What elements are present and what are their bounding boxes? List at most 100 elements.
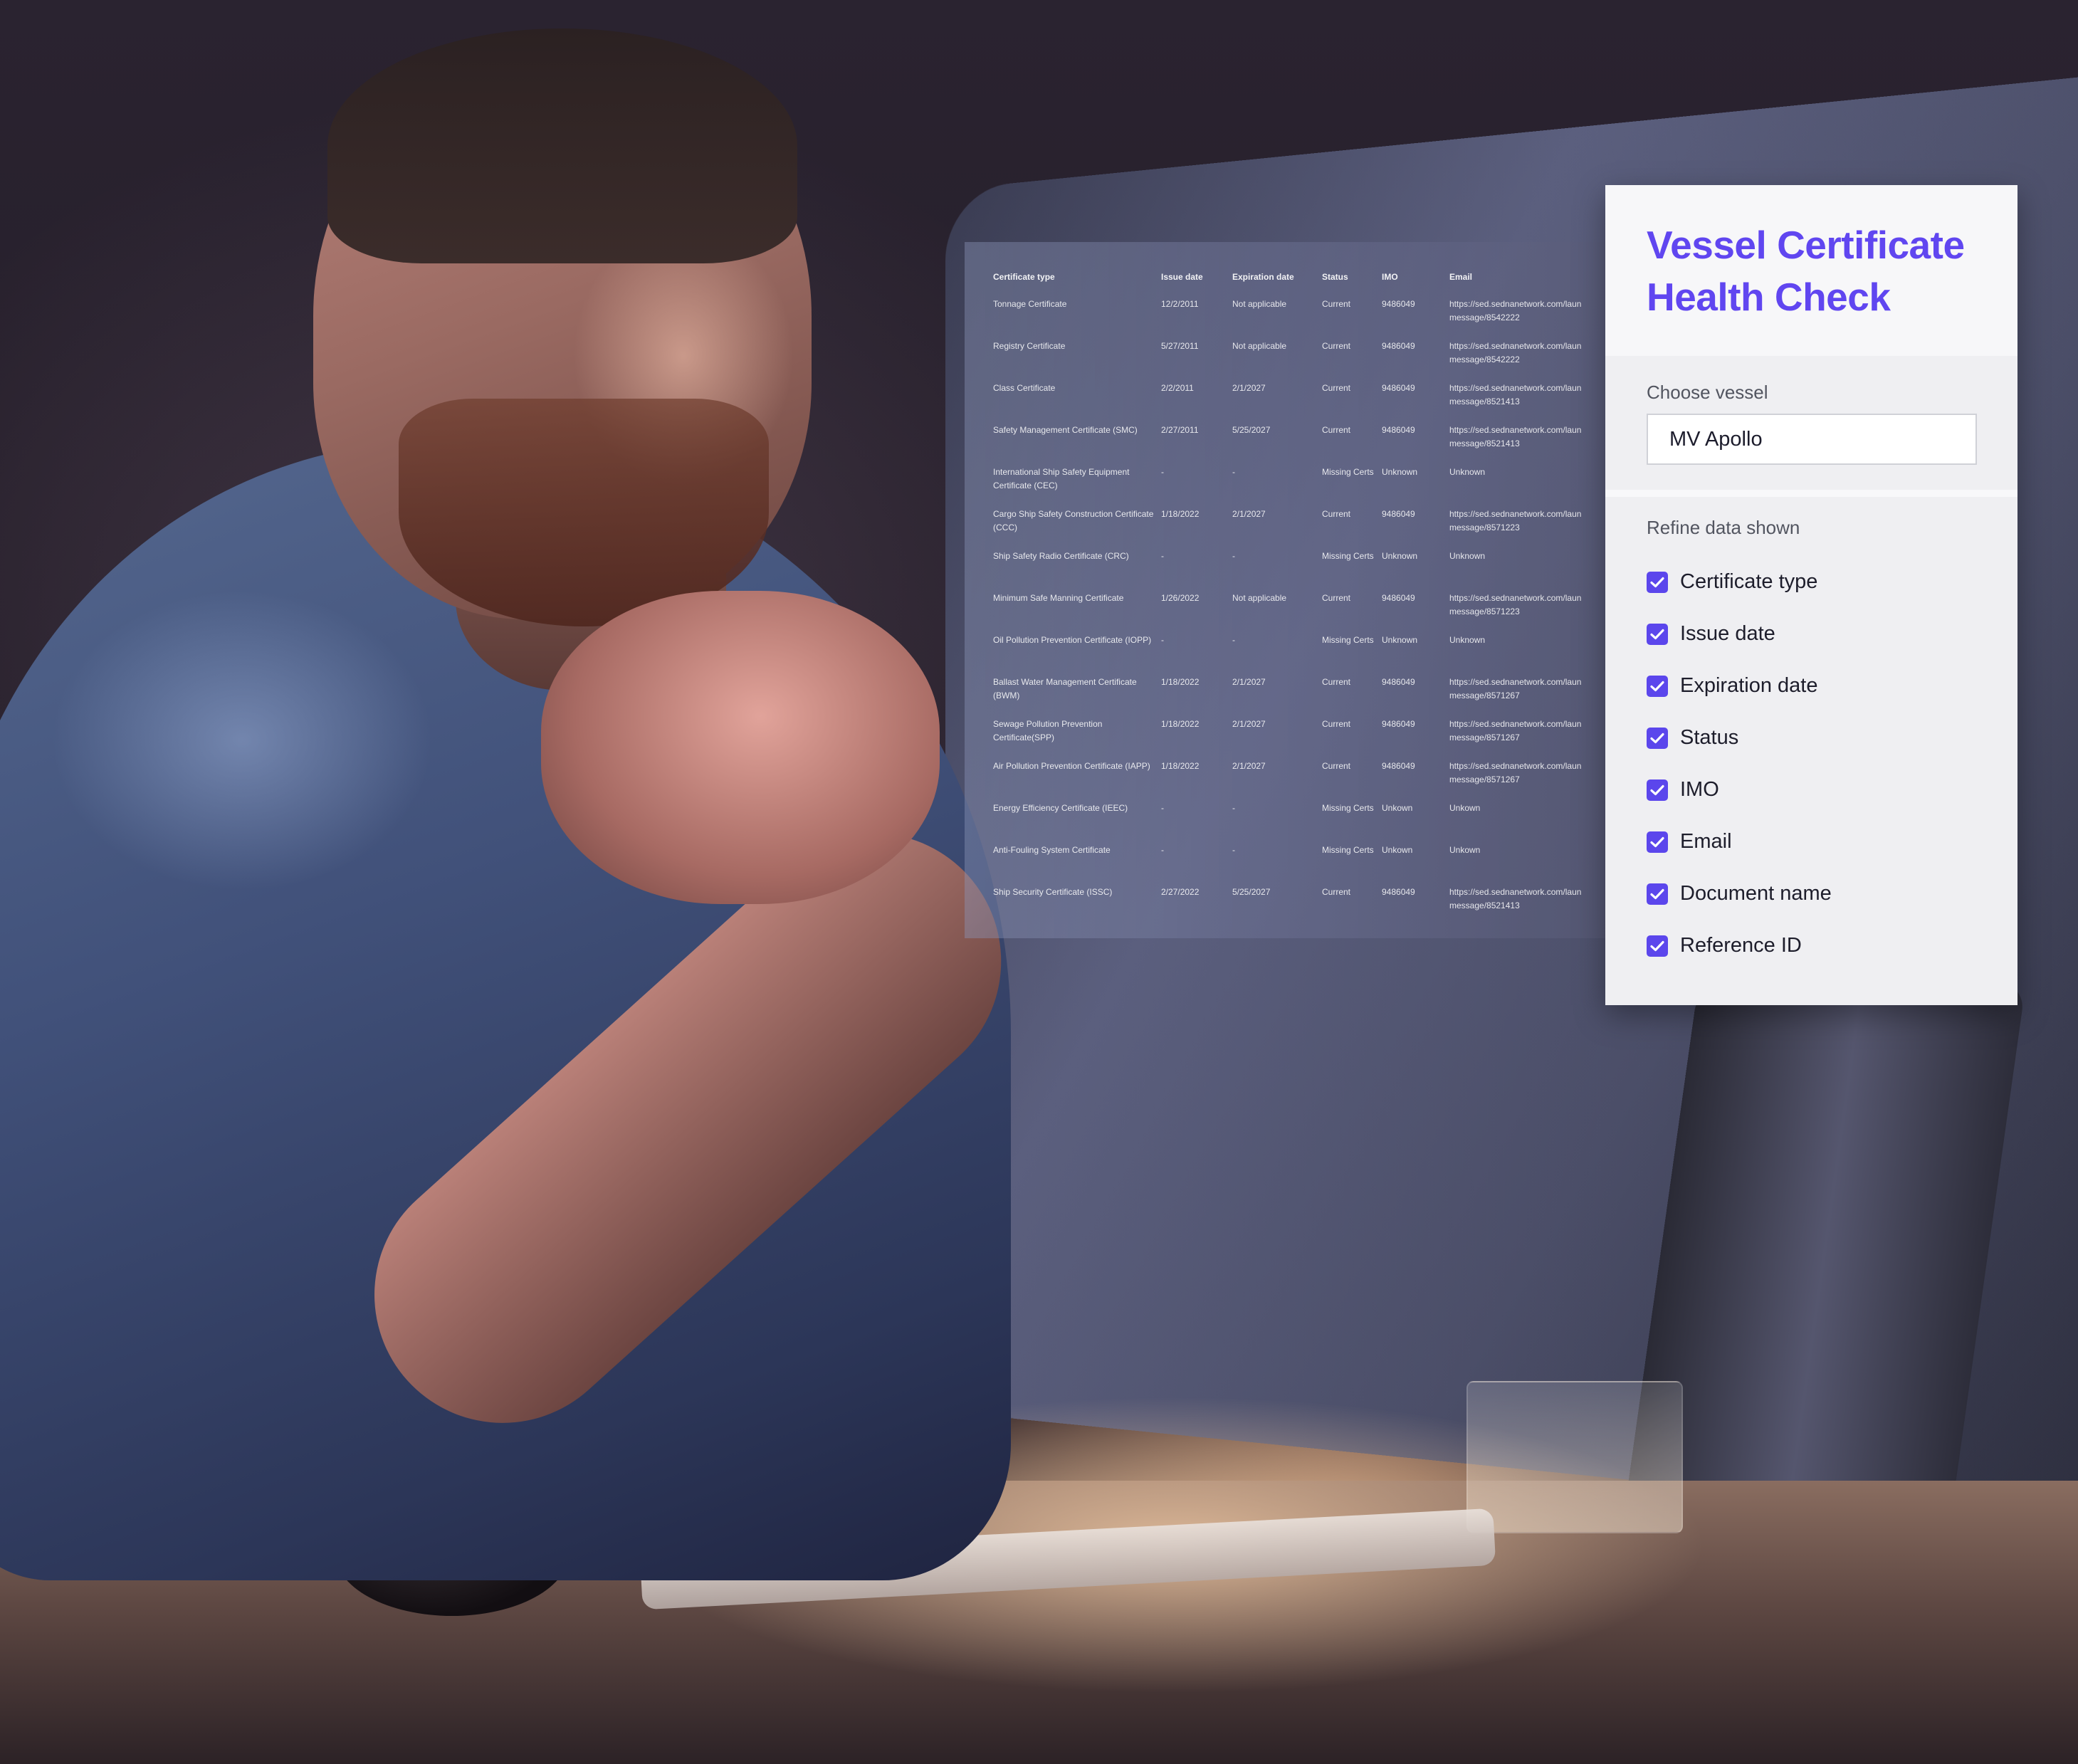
cell-certificate-type: Ship Security Certificate (ISSC)	[993, 886, 1161, 928]
table-row: Safety Management Certificate (SMC) 2/27/…	[993, 424, 1605, 466]
checkbox-email[interactable]	[1647, 831, 1668, 853]
checkbox-imo[interactable]	[1647, 779, 1668, 801]
cell-expiration-date: 2/1/2027	[1232, 382, 1322, 424]
cell-issue-date: 1/18/2022	[1161, 508, 1232, 550]
table-row: Oil Pollution Prevention Certificate (IO…	[993, 634, 1605, 676]
checkmark-icon	[1650, 888, 1664, 900]
table-row: Ballast Water Management Certificate (BW…	[993, 676, 1605, 718]
cell-expiration-date: 2/1/2027	[1232, 676, 1322, 718]
checkmark-icon	[1650, 681, 1664, 692]
cell-certificate-type: International Ship Safety Equipment Cert…	[993, 466, 1161, 508]
cell-expiration-date: -	[1232, 634, 1322, 676]
refine-data-label: Refine data shown	[1647, 517, 1976, 539]
option-document-name[interactable]: Document name	[1647, 868, 1976, 920]
table-body: Tonnage Certificate 12/2/2011 Not applicab…	[993, 298, 1605, 928]
cell-certificate-type: Cargo Ship Safety Construction Certifica…	[993, 508, 1161, 550]
cell-status: Current	[1322, 298, 1382, 340]
column-header-email: Email	[1449, 272, 1605, 298]
option-imo[interactable]: IMO	[1647, 764, 1976, 816]
cell-issue-date: 2/2/2011	[1161, 382, 1232, 424]
cell-email: Unknown	[1449, 634, 1605, 676]
table-header-row: Certificate type Issue date Expiration d…	[993, 272, 1605, 298]
cell-certificate-type: Ship Safety Radio Certificate (CRC)	[993, 550, 1161, 592]
cell-email: https://sed.sednanetwork.com/laun messag…	[1449, 718, 1605, 760]
option-status[interactable]: Status	[1647, 712, 1976, 764]
option-label: Issue date	[1680, 622, 1775, 646]
checkbox-document-name[interactable]	[1647, 883, 1668, 905]
cell-email: https://sed.sednanetwork.com/laun messag…	[1449, 760, 1605, 802]
checkbox-issue-date[interactable]	[1647, 624, 1668, 645]
option-expiration-date[interactable]: Expiration date	[1647, 660, 1976, 712]
cell-imo: 9486049	[1382, 298, 1449, 340]
cell-certificate-type: Registry Certificate	[993, 340, 1161, 382]
table-row: Class Certificate 2/2/2011 2/1/2027 Current…	[993, 382, 1605, 424]
cell-imo: 9486049	[1382, 676, 1449, 718]
option-label: Certificate type	[1680, 570, 1817, 594]
checkbox-status[interactable]	[1647, 728, 1668, 749]
option-email[interactable]: Email	[1647, 816, 1976, 868]
cell-expiration-date: Not applicable	[1232, 298, 1322, 340]
cell-status: Missing Certs	[1322, 844, 1382, 886]
cell-issue-date: -	[1161, 802, 1232, 844]
vessel-input[interactable]	[1647, 414, 1977, 465]
option-label: IMO	[1680, 778, 1719, 802]
cell-issue-date: 12/2/2011	[1161, 298, 1232, 340]
cell-status: Current	[1322, 508, 1382, 550]
option-certificate-type[interactable]: Certificate type	[1647, 556, 1976, 608]
checkmark-icon	[1650, 629, 1664, 640]
cell-email: Unknown	[1449, 550, 1605, 592]
cell-issue-date: -	[1161, 466, 1232, 508]
cell-email: Unknown	[1449, 466, 1605, 508]
cell-status: Missing Certs	[1322, 802, 1382, 844]
cell-issue-date: 1/18/2022	[1161, 676, 1232, 718]
cell-email: https://sed.sednanetwork.com/laun messag…	[1449, 886, 1605, 928]
cell-issue-date: 2/27/2011	[1161, 424, 1232, 466]
cell-issue-date: 1/18/2022	[1161, 718, 1232, 760]
cell-email: https://sed.sednanetwork.com/laun messag…	[1449, 382, 1605, 424]
cell-status: Current	[1322, 592, 1382, 634]
cell-imo: 9486049	[1382, 424, 1449, 466]
cell-certificate-type: Class Certificate	[993, 382, 1161, 424]
checkmark-icon	[1650, 577, 1664, 588]
health-check-panel: Vessel Certificate Health Check Choose v…	[1605, 185, 2017, 1005]
cell-expiration-date: -	[1232, 844, 1322, 886]
cell-status: Current	[1322, 718, 1382, 760]
cell-issue-date: 2/27/2022	[1161, 886, 1232, 928]
cell-email: Unkown	[1449, 844, 1605, 886]
cell-certificate-type: Energy Efficiency Certificate (IEEC)	[993, 802, 1161, 844]
cell-imo: 9486049	[1382, 340, 1449, 382]
column-header-expiration-date: Expiration date	[1232, 272, 1322, 298]
cell-issue-date: 1/26/2022	[1161, 592, 1232, 634]
cell-expiration-date: -	[1232, 802, 1322, 844]
cell-certificate-type: Anti-Fouling System Certificate	[993, 844, 1161, 886]
table-row: Air Pollution Prevention Certificate (IA…	[993, 760, 1605, 802]
cell-issue-date: 5/27/2011	[1161, 340, 1232, 382]
checkbox-certificate-type[interactable]	[1647, 572, 1668, 593]
choose-vessel-label: Choose vessel	[1647, 382, 1976, 404]
option-issue-date[interactable]: Issue date	[1647, 608, 1976, 660]
person-hair	[327, 28, 797, 263]
cell-certificate-type: Minimum Safe Manning Certificate	[993, 592, 1161, 634]
cell-certificate-type: Ballast Water Management Certificate (BW…	[993, 676, 1161, 718]
certificate-table: Certificate type Issue date Expiration d…	[993, 272, 1605, 928]
option-reference-id[interactable]: Reference ID	[1647, 920, 1976, 972]
page-title: Vessel Certificate Health Check	[1647, 219, 1976, 323]
table-row: Energy Efficiency Certificate (IEEC) - - Mi…	[993, 802, 1605, 844]
table-row: Minimum Safe Manning Certificate 1/26/202…	[993, 592, 1605, 634]
cell-imo: 9486049	[1382, 886, 1449, 928]
cell-status: Current	[1322, 760, 1382, 802]
cell-email: https://sed.sednanetwork.com/laun messag…	[1449, 340, 1605, 382]
table-row: Cargo Ship Safety Construction Certifica…	[993, 508, 1605, 550]
cell-status: Current	[1322, 886, 1382, 928]
table-row: International Ship Safety Equipment Cert…	[993, 466, 1605, 508]
cell-expiration-date: -	[1232, 466, 1322, 508]
checkmark-icon	[1650, 733, 1664, 744]
cell-imo: Unknown	[1382, 466, 1449, 508]
cell-expiration-date: 2/1/2027	[1232, 760, 1322, 802]
option-label: Reference ID	[1680, 934, 1802, 957]
checkbox-expiration-date[interactable]	[1647, 676, 1668, 697]
cell-imo: Unknown	[1382, 634, 1449, 676]
cell-issue-date: -	[1161, 634, 1232, 676]
cell-status: Current	[1322, 340, 1382, 382]
checkbox-reference-id[interactable]	[1647, 935, 1668, 957]
